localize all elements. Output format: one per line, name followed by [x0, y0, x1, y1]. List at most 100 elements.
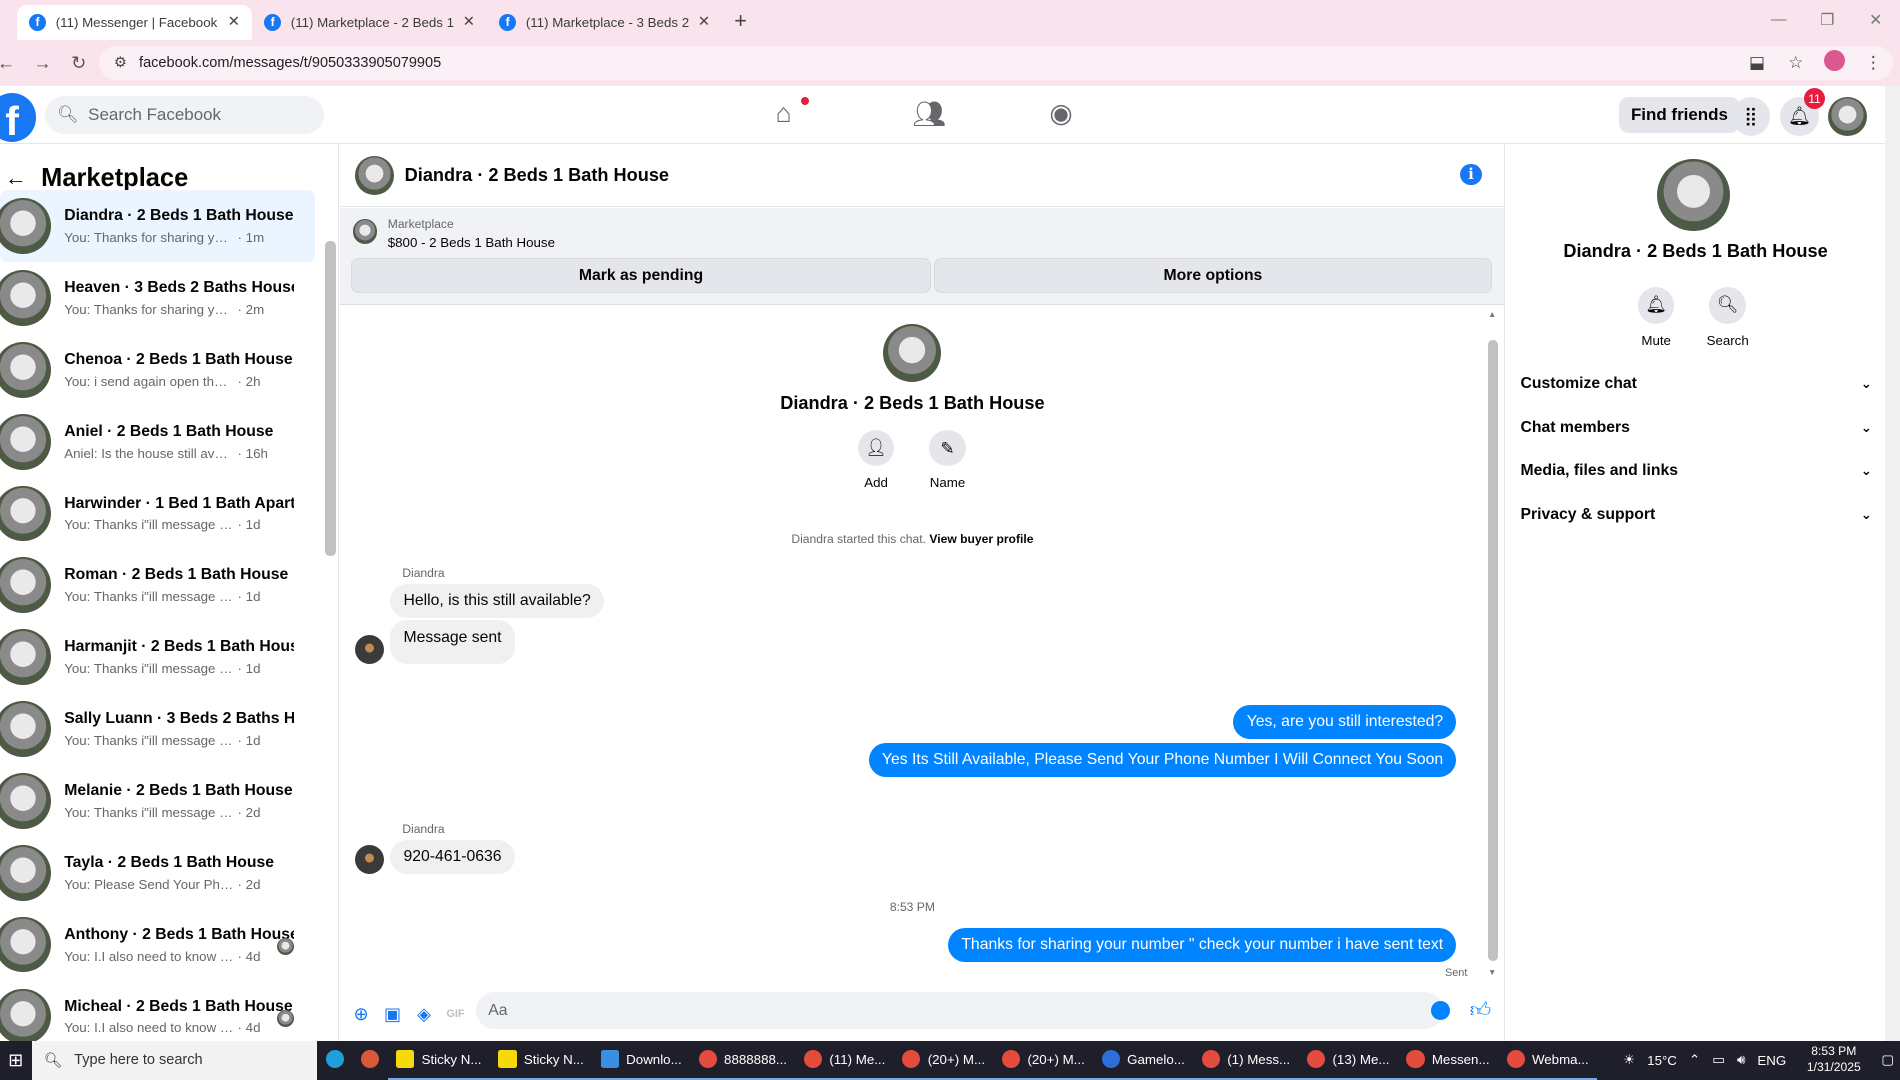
bookmark-star-icon[interactable]: ☆: [1776, 52, 1815, 73]
taskbar-item[interactable]: (11) Me...: [795, 1041, 894, 1080]
message-input[interactable]: Aa: [476, 992, 1444, 1029]
tab-close-icon[interactable]: ✕: [228, 14, 240, 30]
site-settings-icon[interactable]: ⚙: [114, 55, 127, 71]
groups-icon[interactable]: ◉: [1049, 98, 1186, 130]
conversation-item[interactable]: Tayla · 2 Beds 1 Bath House You: Please S…: [0, 837, 315, 909]
customize-chat-section[interactable]: Customize chat ⌄: [1520, 362, 1871, 406]
volume-icon[interactable]: 🔊︎: [1737, 1052, 1745, 1068]
scroll-up-icon[interactable]: ▲: [1488, 309, 1496, 319]
conversation-item[interactable]: Diandra · 2 Beds 1 Bath House You: Thanks…: [0, 190, 316, 263]
taskbar-item[interactable]: Downlo...: [592, 1041, 691, 1080]
conversation-item[interactable]: Chenoa · 2 Beds 1 Bath House You: i send …: [0, 334, 315, 406]
tab-close-icon[interactable]: ✕: [463, 14, 475, 30]
photo-icon[interactable]: ▣: [382, 1003, 404, 1025]
taskbar-item[interactable]: (20+) M...: [893, 1041, 994, 1080]
outgoing-message[interactable]: Thanks for sharing your number " check y…: [947, 928, 1457, 963]
new-tab-icon[interactable]: +: [734, 8, 747, 34]
find-friends-button[interactable]: Find friends: [1618, 96, 1741, 134]
taskbar-item[interactable]: Sticky N...: [489, 1041, 593, 1080]
forward-arrow-icon[interactable]: →: [24, 53, 60, 74]
mark-as-pending-button[interactable]: Mark as pending: [351, 258, 931, 294]
taskbar-item[interactable]: Messen...: [1397, 1041, 1499, 1080]
clock[interactable]: 8:53 PM 1/31/2025: [1807, 1044, 1861, 1076]
close-window-icon[interactable]: ✕: [1851, 10, 1899, 30]
back-arrow-icon[interactable]: ←: [5, 165, 27, 191]
outgoing-message[interactable]: Yes Its Still Available, Please Send You…: [868, 742, 1457, 777]
taskbar-item[interactable]: Gamelo...: [1093, 1041, 1194, 1080]
edge-icon[interactable]: [317, 1041, 352, 1080]
minimize-icon[interactable]: —: [1755, 11, 1803, 29]
conversation-item[interactable]: Harwinder · 1 Bed 1 Bath Apart... You: Th…: [0, 478, 315, 550]
thumbs-up-icon[interactable]: 👍︎: [1470, 998, 1492, 1023]
scroll-down-icon[interactable]: ▼: [1488, 967, 1496, 977]
taskbar-item[interactable]: (1) Mess...: [1193, 1041, 1299, 1080]
outgoing-message[interactable]: Yes, are you still interested?: [1233, 705, 1457, 740]
listing-thumbnail[interactable]: [352, 219, 377, 244]
privacy-support-section[interactable]: Privacy & support ⌄: [1520, 493, 1871, 537]
add-member-button[interactable]: 👤︎ Add: [840, 430, 913, 490]
mute-button[interactable]: 🔔︎ Mute: [1626, 287, 1687, 348]
app-icon[interactable]: [353, 1041, 388, 1080]
restore-icon[interactable]: ❐: [1803, 10, 1851, 30]
facebook-search-input[interactable]: 🔍︎ Search Facebook: [44, 95, 324, 135]
conversation-item[interactable]: Melanie · 2 Beds 1 Bath House You: Thanks…: [0, 765, 315, 837]
chevron-up-icon[interactable]: ⌃: [1689, 1052, 1700, 1068]
media-files-links-section[interactable]: Media, files and links ⌄: [1520, 450, 1871, 494]
facebook-logo-icon[interactable]: f: [0, 93, 37, 142]
browser-menu-icon[interactable]: ⋮: [1854, 52, 1893, 73]
sender-avatar[interactable]: [355, 844, 385, 874]
account-avatar[interactable]: [1828, 96, 1868, 136]
conversation-item[interactable]: Anthony · 2 Beds 1 Bath House You: I.I al…: [0, 909, 315, 981]
gif-icon[interactable]: GIF: [445, 1003, 467, 1025]
tab-close-icon[interactable]: ✕: [698, 14, 710, 30]
browser-tab-marketplace-2beds[interactable]: f (11) Marketplace - 2 Beds 1 Bath ✕: [252, 5, 487, 40]
language-indicator[interactable]: ENG: [1757, 1053, 1786, 1068]
weather-icon[interactable]: ☀: [1623, 1052, 1635, 1068]
more-options-button[interactable]: More options: [934, 258, 1492, 294]
info-icon[interactable]: i: [1460, 163, 1482, 186]
menu-grid-icon[interactable]: ⣿: [1731, 96, 1771, 136]
address-bar[interactable]: ⚙ facebook.com/messages/t/90503339050799…: [99, 46, 1893, 80]
taskbar-item[interactable]: Sticky N...: [387, 1041, 490, 1080]
profile-icon[interactable]: [1815, 49, 1854, 77]
taskbar-search[interactable]: 🔍︎ Type here to search: [31, 1040, 318, 1080]
home-icon[interactable]: ⌂: [775, 96, 912, 130]
reload-icon[interactable]: ↻: [61, 53, 97, 74]
conversation-item[interactable]: Roman · 2 Beds 1 Bath House You: Thanks i…: [0, 549, 315, 621]
incoming-message[interactable]: Message sent: [390, 620, 515, 664]
conversation-item[interactable]: Harmanjit · 2 Beds 1 Bath House You: Than…: [0, 621, 315, 693]
page-scrollbar[interactable]: [1885, 86, 1900, 1041]
taskbar-item[interactable]: 8888888...: [690, 1041, 796, 1080]
sidebar-scrollbar[interactable]: [324, 241, 336, 557]
notifications-icon[interactable]: ▢: [1881, 1052, 1894, 1068]
scrollbar-thumb[interactable]: [1487, 340, 1498, 961]
view-buyer-profile-link[interactable]: View buyer profile: [929, 532, 1033, 546]
chat-title[interactable]: Diandra · 2 Beds 1 Bath House: [405, 165, 669, 186]
conversation-item[interactable]: Aniel · 2 Beds 1 Bath House Aniel: Is the…: [0, 406, 315, 478]
sender-avatar[interactable]: [355, 634, 385, 664]
back-arrow-icon[interactable]: ←: [0, 53, 24, 74]
edit-name-button[interactable]: ✎ Name: [911, 430, 984, 490]
install-app-icon[interactable]: ⬓: [1738, 52, 1777, 73]
incoming-message[interactable]: 920-461-0636: [390, 839, 515, 874]
temperature[interactable]: 15°C: [1647, 1053, 1677, 1068]
windows-start-icon[interactable]: ⊞: [0, 1050, 32, 1071]
friends-icon[interactable]: 👥︎: [912, 98, 1049, 130]
taskbar-item[interactable]: (13) Me...: [1298, 1041, 1398, 1080]
taskbar-item[interactable]: (20+) M...: [993, 1041, 1094, 1080]
profile-avatar[interactable]: [1657, 158, 1731, 232]
network-icon[interactable]: ▭: [1712, 1052, 1725, 1068]
incoming-message[interactable]: Hello, is this still available?: [390, 584, 605, 618]
chat-members-section[interactable]: Chat members ⌄: [1520, 406, 1871, 450]
thread-scrollbar[interactable]: ▲ ▼: [1486, 307, 1499, 981]
conversation-item[interactable]: Heaven · 3 Beds 2 Baths House You: Thanks…: [0, 262, 315, 334]
sticker-icon[interactable]: ◈: [413, 1003, 435, 1025]
conversation-item[interactable]: Sally Luann · 3 Beds 2 Baths Ho... You: T…: [0, 693, 315, 765]
search-in-chat-button[interactable]: 🔍︎ Search: [1697, 287, 1758, 348]
plus-circle-icon[interactable]: ⊕: [350, 1003, 372, 1025]
chat-avatar[interactable]: [355, 155, 394, 195]
emoji-icon[interactable]: [1431, 1000, 1451, 1021]
browser-tab-marketplace-3beds[interactable]: f (11) Marketplace - 3 Beds 2 Bath ✕: [487, 5, 722, 40]
browser-tab-messenger[interactable]: f (11) Messenger | Facebook ✕: [16, 4, 253, 40]
listing-title[interactable]: $800 - 2 Beds 1 Bath House: [388, 235, 555, 250]
